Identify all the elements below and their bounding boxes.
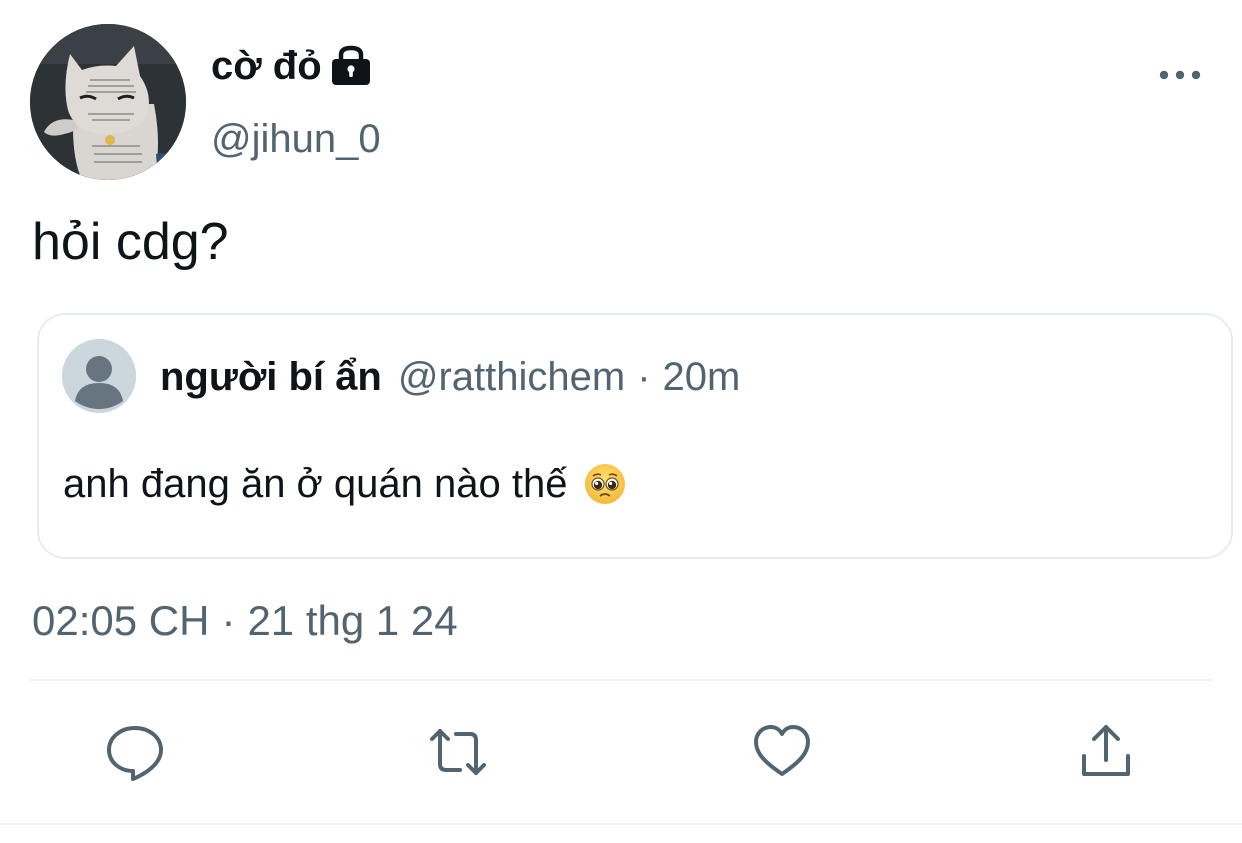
reply-button[interactable] [105,722,165,782]
author-avatar[interactable] [30,24,186,180]
quoted-tweet-text: anh đang ăn ở quán nào thế [63,462,568,506]
cat-avatar-image [30,24,186,180]
retweet-icon [430,729,486,775]
quoted-author-handle: @ratthichem [397,355,626,399]
like-button[interactable] [752,722,812,782]
retweet-button[interactable] [428,722,488,782]
pleading-face-icon [583,462,627,506]
share-icon [1082,725,1130,776]
more-horizontal-icon[interactable] [1155,60,1205,90]
lock-icon [330,45,372,87]
author-handle[interactable]: @jihun_0 [211,115,381,163]
tweet-text: hỏi cdg? [32,213,229,271]
quoted-time-ago: 20m [662,355,741,399]
quoted-tweet-text-row: anh đang ăn ở quán nào thế [63,458,627,510]
author-name-row[interactable]: cờ đỏ [211,42,372,90]
divider [0,823,1242,825]
default-user-avatar[interactable] [62,339,136,413]
heart-icon [754,725,810,776]
timestamp-date: 21 thg 1 24 [247,597,458,644]
author-display-name[interactable]: cờ đỏ [211,42,322,90]
timestamp-time: 02:05 CH [32,597,210,644]
divider [30,679,1212,681]
quoted-author-name: người bí ẩn [160,355,382,399]
quoted-tweet-header: người bí ẩn @ratthichem · 20m [160,352,740,402]
reply-icon [107,726,163,781]
separator-dot: · [221,597,236,644]
quoted-tweet-card[interactable] [37,313,1233,559]
separator-dot: · [637,355,651,399]
share-button[interactable] [1076,722,1136,782]
tweet-timestamp[interactable]: 02:05 CH · 21 thg 1 24 [32,596,458,646]
